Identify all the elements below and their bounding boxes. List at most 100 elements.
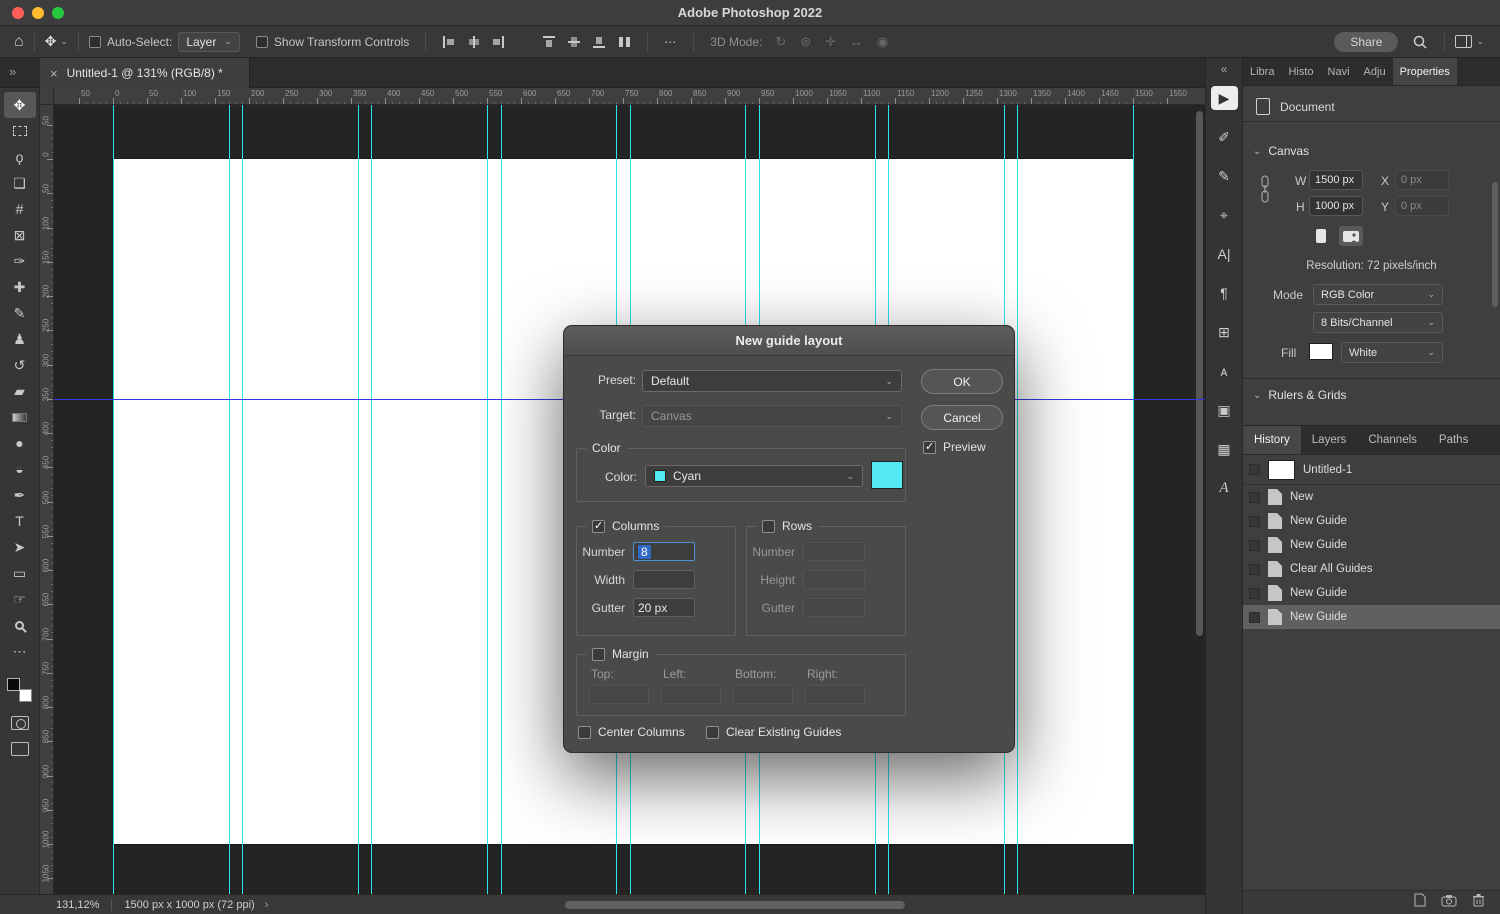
columns-width-input[interactable] [633, 570, 695, 589]
preset-dropdown[interactable]: Default⌄ [642, 370, 902, 392]
toolbar-collapse-chevrons[interactable]: » [9, 64, 16, 79]
horizontal-scrollbar[interactable] [565, 901, 905, 909]
history-state-row[interactable]: New Guide [1243, 533, 1500, 557]
lasso-tool[interactable]: ϙ [4, 144, 36, 170]
edit-toolbar-button[interactable]: ⋯ [4, 638, 36, 664]
auto-select-layer-dropdown[interactable]: Layer⌄ [178, 32, 240, 52]
rows-height-input[interactable] [803, 570, 865, 589]
rows-checkbox[interactable] [762, 520, 775, 533]
minimize-window-button[interactable] [32, 7, 44, 19]
tab-properties[interactable]: Properties [1393, 58, 1457, 85]
canvas-width-input[interactable]: 1500 px [1309, 170, 1363, 190]
vertical-guide[interactable] [229, 105, 230, 894]
preview-checkbox[interactable] [923, 441, 936, 454]
align-horizontal-centers-icon[interactable] [466, 35, 481, 49]
dodge-tool[interactable]: ◒ [4, 456, 36, 482]
character-panel-button[interactable]: A| [1211, 242, 1238, 266]
align-right-edges-icon[interactable] [491, 35, 506, 49]
history-state-row[interactable]: New Guide [1243, 581, 1500, 605]
auto-select-checkbox[interactable] [89, 36, 101, 48]
vertical-guide[interactable] [501, 105, 502, 894]
screen-mode-button[interactable] [11, 742, 29, 756]
portrait-orientation-button[interactable] [1309, 226, 1333, 246]
history-state-row[interactable]: New Guide [1243, 605, 1500, 629]
margin-bottom-input[interactable] [733, 685, 793, 704]
home-icon[interactable]: ⌂ [14, 33, 24, 51]
vertical-guide[interactable] [358, 105, 359, 894]
more-align-options-icon[interactable]: ⋯ [664, 35, 677, 49]
clone-source-panel-button[interactable]: ⌖ [1211, 203, 1238, 227]
path-selection-tool[interactable]: ➤ [4, 534, 36, 560]
vertical-guide[interactable] [242, 105, 243, 894]
vertical-guide[interactable] [487, 105, 488, 894]
color-mode-dropdown[interactable]: RGB Color⌄ [1313, 284, 1443, 305]
columns-checkbox[interactable] [592, 520, 605, 533]
canvas-y-input[interactable]: 0 px [1395, 196, 1449, 216]
document-size-info[interactable]: 1500 px x 1000 px (72 ppi) [124, 899, 254, 911]
center-columns-checkbox[interactable] [578, 726, 591, 739]
history-brush-tool[interactable]: ↺ [4, 352, 36, 378]
history-brush-source-box[interactable] [1249, 464, 1260, 475]
new-document-from-state-icon[interactable] [1414, 893, 1426, 912]
paragraph-panel-button[interactable]: ¶ [1211, 281, 1238, 305]
columns-number-input[interactable]: 8 [633, 542, 695, 561]
brushes-panel-button[interactable]: ✎ [1211, 164, 1238, 188]
bit-depth-dropdown[interactable]: 8 Bits/Channel⌄ [1313, 312, 1443, 333]
foreground-color-swatch[interactable] [7, 678, 20, 691]
ok-button[interactable]: OK [921, 369, 1003, 394]
margin-left-input[interactable] [661, 685, 721, 704]
margin-top-input[interactable] [589, 685, 649, 704]
3d-camera-icon[interactable]: ◉ [877, 34, 888, 50]
history-brush-source-box[interactable] [1249, 612, 1260, 623]
patterns-panel-button[interactable]: ▦ [1211, 437, 1238, 461]
expand-panels-chevrons[interactable]: « [1221, 62, 1228, 76]
new-snapshot-camera-icon[interactable] [1441, 894, 1457, 912]
3d-panel-button[interactable]: ▣ [1211, 398, 1238, 422]
rulers-grids-section-header[interactable]: ⌄ Rulers & Grids [1253, 388, 1346, 402]
hand-tool[interactable]: ☞ [4, 586, 36, 612]
zoom-tool[interactable] [4, 612, 36, 638]
align-left-edges-icon[interactable] [441, 35, 456, 49]
color-swatches[interactable] [7, 678, 32, 702]
styles-panel-button[interactable]: A [1211, 476, 1238, 500]
history-state-row[interactable]: Clear All Guides [1243, 557, 1500, 581]
guide-color-swatch[interactable] [871, 461, 903, 489]
history-snapshot-row[interactable]: Untitled-1 [1243, 455, 1500, 485]
history-brush-source-box[interactable] [1249, 516, 1260, 527]
character-styles-panel-button[interactable]: ᴀ [1211, 359, 1238, 383]
vertical-guide[interactable] [1133, 105, 1134, 894]
history-state-row[interactable]: New Guide [1243, 509, 1500, 533]
tab-paths[interactable]: Paths [1428, 426, 1479, 454]
vertical-guide[interactable] [1017, 105, 1018, 894]
margin-right-input[interactable] [805, 685, 865, 704]
align-vertical-centers-icon[interactable] [567, 35, 582, 49]
rectangle-tool[interactable]: ▭ [4, 560, 36, 586]
search-icon[interactable] [1412, 34, 1428, 50]
gradient-tool[interactable] [4, 404, 36, 430]
status-chevron-icon[interactable]: › [265, 899, 269, 911]
link-dimensions-icon[interactable] [1259, 174, 1271, 209]
vertical-guide[interactable] [371, 105, 372, 894]
actions-panel-button[interactable]: ▶ [1211, 86, 1238, 110]
3d-slide-icon[interactable]: ↔ [850, 34, 863, 49]
crop-tool[interactable]: # [4, 196, 36, 222]
delete-state-trash-icon[interactable] [1472, 893, 1485, 912]
background-color-swatch[interactable] [19, 689, 32, 702]
object-selection-tool[interactable]: ❏ [4, 170, 36, 196]
document-tab[interactable]: × Untitled-1 @ 131% (RGB/8) * [40, 58, 250, 88]
3d-roll-icon[interactable]: ⊚ [800, 34, 811, 50]
close-window-button[interactable] [12, 7, 24, 19]
properties-scrollbar[interactable] [1492, 182, 1498, 307]
eraser-tool[interactable]: ▰ [4, 378, 36, 404]
move-tool[interactable]: ✥ [4, 92, 36, 118]
tab-channels[interactable]: Channels [1357, 426, 1428, 454]
blur-tool[interactable]: ● [4, 430, 36, 456]
rectangular-marquee-tool[interactable] [4, 118, 36, 144]
eyedropper-tool[interactable]: ✑ [4, 248, 36, 274]
history-brush-source-box[interactable] [1249, 540, 1260, 551]
tab-history[interactable]: History [1243, 426, 1301, 454]
show-transform-controls-checkbox[interactable] [256, 36, 268, 48]
landscape-orientation-button[interactable] [1339, 226, 1363, 246]
vertical-ruler[interactable]: 5005010015020025030035040045050055060065… [40, 105, 54, 894]
pen-tool[interactable]: ✒ [4, 482, 36, 508]
